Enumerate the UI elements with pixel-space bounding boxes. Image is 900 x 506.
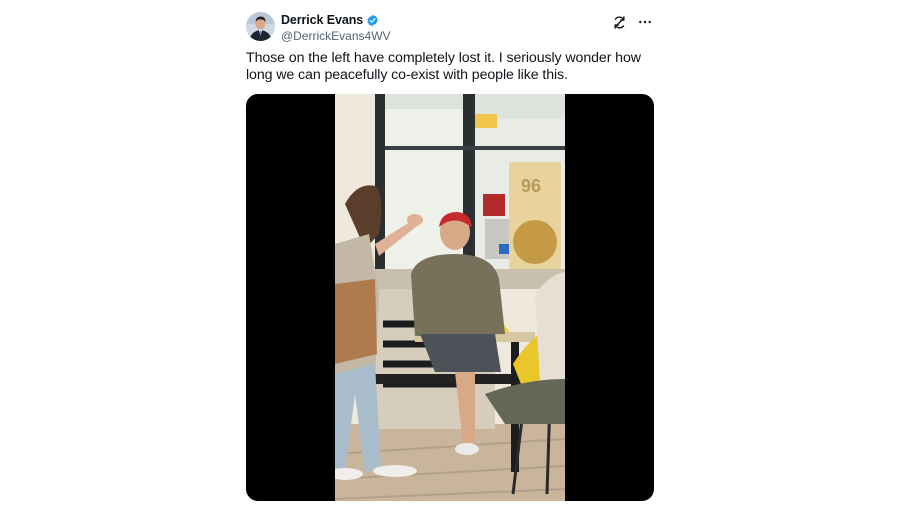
tweet-text: Those on the left have completely lost i… xyxy=(246,50,641,83)
top-actions xyxy=(610,13,654,31)
refresh-icon[interactable] xyxy=(610,13,628,31)
display-name[interactable]: Derrick Evans xyxy=(281,13,363,27)
verified-badge-icon xyxy=(366,14,379,27)
handle[interactable]: @DerrickEvans4WV xyxy=(281,29,391,43)
svg-text:96: 96 xyxy=(521,176,541,196)
more-options-icon[interactable] xyxy=(636,13,654,31)
author-info: Derrick Evans @DerrickEvans4WV xyxy=(281,12,391,43)
avatar[interactable] xyxy=(246,12,275,41)
video-frame: 96 xyxy=(335,94,565,501)
avatar-image xyxy=(246,12,275,41)
media-player[interactable]: 96 xyxy=(246,94,654,501)
